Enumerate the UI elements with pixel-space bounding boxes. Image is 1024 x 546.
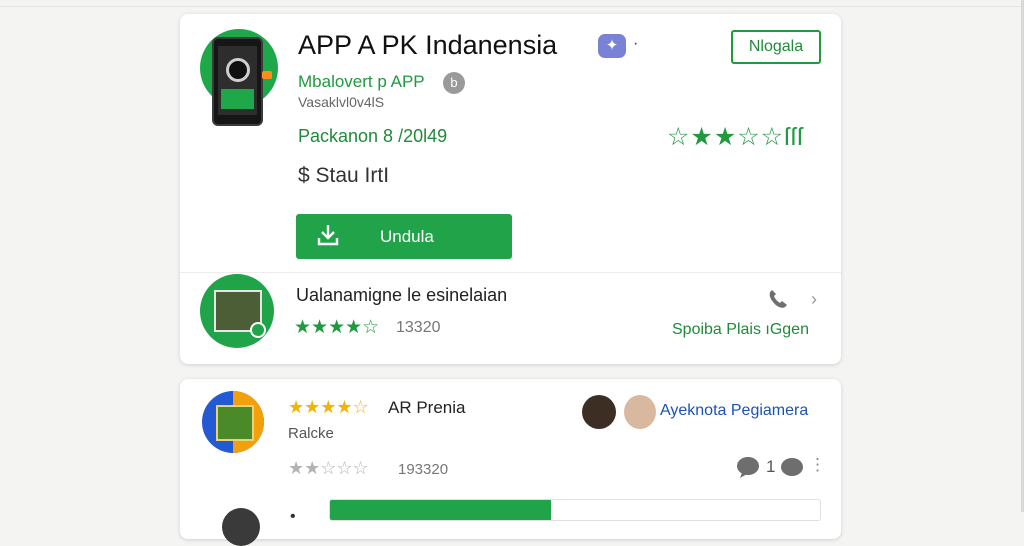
package-info: Packanon 8 /20l49	[298, 126, 448, 146]
related-rating-stars: ★★★★☆	[294, 317, 380, 338]
comment-icon[interactable]	[734, 455, 762, 479]
related-more-link[interactable]: Spoiba Plais ıGgen	[672, 321, 809, 339]
download-button[interactable]: Undula	[296, 214, 512, 259]
review-count: 193320	[398, 461, 449, 478]
verified-badge-icon: ✦	[598, 34, 626, 58]
top-divider	[0, 6, 1024, 7]
progress-bar	[329, 499, 821, 521]
app-phone-icon	[212, 37, 263, 126]
reviewers-link[interactable]: Ayeknota Pegiamera	[660, 402, 808, 420]
download-label: Undula	[380, 227, 434, 246]
info-badge-icon: b	[443, 72, 465, 94]
app-details-card: APP A PK Indanensia ✦ · Nlogala Mbalover…	[180, 14, 841, 364]
developer-link[interactable]: Mbalovert p APP	[298, 72, 425, 92]
app-price: $ Stau IrtI	[298, 164, 390, 187]
header-action-button[interactable]: Nlogala	[731, 30, 821, 64]
title-separator: ·	[633, 35, 639, 52]
reviewer-avatar[interactable]	[624, 395, 656, 429]
comment-count: 1	[766, 457, 776, 476]
app-icon-accent	[262, 71, 272, 79]
related-app-icon[interactable]	[200, 274, 274, 348]
related-app-title[interactable]: Ualanamigne le esinelaian	[296, 285, 507, 306]
review-subtitle: Ralcke	[288, 425, 334, 442]
section-divider	[180, 272, 841, 273]
review-rating-stars: ★★★★☆	[288, 397, 369, 417]
review-app-icon[interactable]	[202, 391, 264, 453]
progress-fill	[330, 500, 551, 520]
app-version: Vasaklvl0v4lS	[298, 94, 385, 110]
bullet-dot: •	[290, 508, 296, 525]
download-icon	[317, 225, 339, 246]
user-avatar[interactable]	[222, 508, 260, 546]
rating-suffix: ſſſ	[784, 123, 804, 151]
related-rating-count: 13320	[396, 319, 441, 336]
app-rating-stars: ☆★★☆☆ſſſ	[667, 122, 804, 152]
review-card: ★★★★☆ AR Prenia Ralcke ★★☆☆☆ 193320 Ayek…	[180, 379, 841, 546]
rating-stars-text: ☆★★☆☆	[667, 123, 785, 151]
review-secondary-stars: ★★☆☆☆	[288, 458, 369, 478]
more-options-icon[interactable]: ⋮	[809, 455, 826, 475]
phone-icon[interactable]	[765, 288, 793, 312]
chevron-right-icon[interactable]: ›	[811, 289, 817, 310]
reviewer-avatar[interactable]	[582, 395, 616, 429]
review-title: AR Prenia	[388, 398, 466, 417]
reaction-icon[interactable]	[778, 455, 806, 479]
app-title: APP A PK Indanensia	[298, 30, 558, 60]
